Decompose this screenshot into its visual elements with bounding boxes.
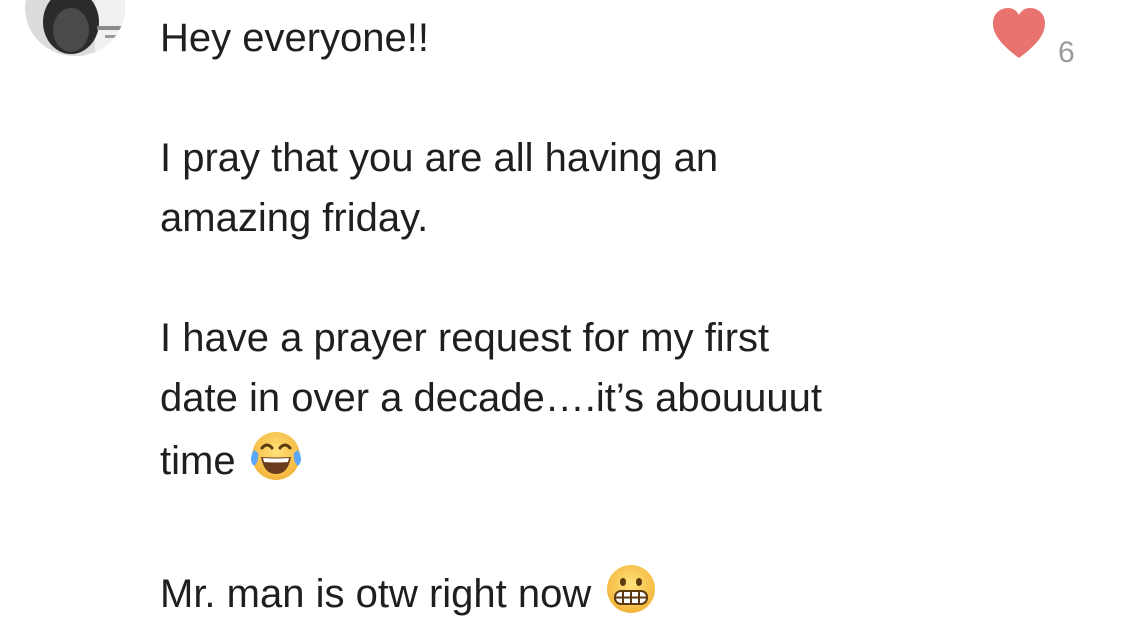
grimacing-emoji-icon — [603, 561, 659, 630]
paragraph-2-line-1: I have a prayer request for my first — [160, 316, 770, 360]
paragraph-2-line-3: time — [160, 428, 980, 501]
greeting-text: Hey everyone!! — [160, 16, 430, 60]
paragraph-2-line-2: date in over a decade….it’s abouuuut — [160, 376, 822, 420]
otw-text: Mr. man is otw right now — [160, 572, 592, 616]
avatar[interactable] — [25, 0, 125, 56]
heart-icon[interactable] — [990, 6, 1048, 62]
comment-screen: Hey everyone!! I pray that you are all h… — [0, 0, 1125, 630]
paragraph-3-line-1: Mr. man is otw right now — [160, 561, 980, 630]
tears-of-joy-emoji-icon — [248, 428, 304, 501]
time-text: time — [160, 439, 236, 483]
paragraph-1-line-2: amazing friday. — [160, 196, 429, 240]
like-count: 6 — [1058, 36, 1075, 69]
comment-body: Hey everyone!! I pray that you are all h… — [160, 8, 980, 630]
paragraph-1-line-1: I pray that you are all having an — [160, 136, 719, 180]
